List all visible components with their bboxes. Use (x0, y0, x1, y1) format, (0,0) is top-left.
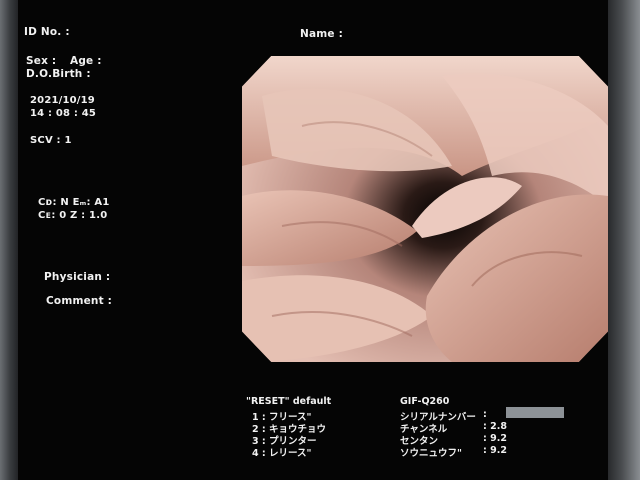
reset-status: "RESET" default (246, 396, 332, 407)
endoscopy-screen: ID No. : Name : Sex : Age : D.O.Birth : … (18, 0, 608, 480)
serial-number-value: : (483, 409, 487, 420)
tip-value: : 9.2 (483, 433, 507, 444)
insertion-label: ソウニュウフ" (400, 448, 462, 459)
id-label: ID No. : (24, 26, 70, 38)
endoscopic-image (242, 56, 608, 362)
insertion-value: : 9.2 (483, 445, 507, 456)
cf-em-readout: Cᴅ: N Eₘ: A1 (38, 197, 110, 208)
comment-label: Comment : (46, 295, 113, 307)
exam-time: 14 : 08 : 45 (30, 108, 97, 119)
age-label: Age : (70, 55, 102, 67)
ce-zoom-readout: Cᴇ: 0 Z : 1.0 (38, 210, 108, 221)
serial-number-redaction (506, 407, 564, 418)
sex-label: Sex : (26, 55, 57, 67)
setting-item-4: 4 : レリース" (252, 448, 312, 459)
physician-label: Physician : (44, 271, 111, 283)
channel-value: : 2.8 (483, 421, 507, 432)
name-label: Name : (300, 28, 343, 40)
dob-label: D.O.Birth : (26, 68, 91, 80)
scv-readout: SCV : 1 (30, 135, 72, 146)
exam-date: 2021/10/19 (30, 95, 95, 106)
scope-model: GIF-Q260 (400, 396, 450, 407)
endoscopic-view-graphic (242, 56, 608, 362)
